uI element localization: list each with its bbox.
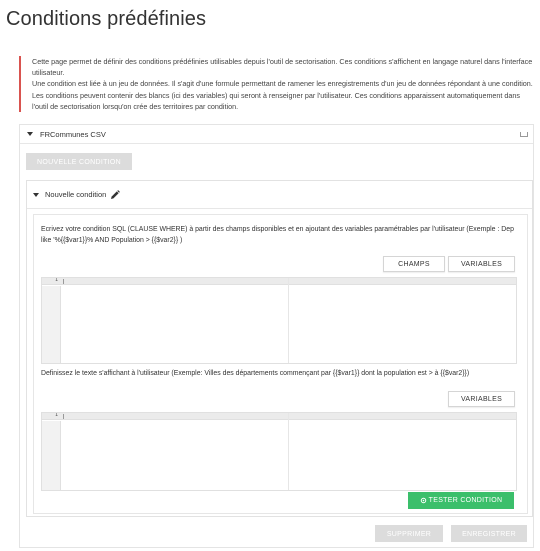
sql-editor-gutter [42, 286, 61, 363]
sql-editor-cursor [63, 279, 64, 284]
test-condition-label: TESTER CONDITION [428, 497, 503, 504]
variables-button-2[interactable]: VARIABLES [448, 391, 515, 407]
text-editor-first-line[interactable]: 1 [42, 413, 516, 420]
info-paragraph-2: Une condition est liée à un jeu de donné… [32, 79, 533, 111]
dataset-name: FRCommunes CSV [40, 129, 106, 139]
info-box: Cette page permet de définir des conditi… [19, 56, 534, 113]
save-button[interactable]: ENREGISTRER [451, 525, 527, 542]
fields-button[interactable]: CHAMPS [383, 256, 445, 272]
sql-editor[interactable]: 1 [41, 277, 517, 364]
condition-body: Ecrivez votre condition SQL (CLAUSE WHER… [33, 214, 528, 514]
info-paragraph-1: Cette page permet de définir des conditi… [32, 57, 533, 78]
delete-button[interactable]: SUPPRIMER [375, 525, 443, 542]
text-editor-divider [288, 413, 289, 490]
condition-title: Nouvelle condition [45, 190, 107, 199]
text-editor-line-number: 1 [54, 412, 58, 418]
test-condition-button[interactable]: TESTER CONDITION [408, 492, 514, 509]
minimize-icon[interactable] [520, 132, 528, 137]
text-editor-cursor [63, 414, 64, 419]
condition-header[interactable]: Nouvelle condition [27, 181, 532, 209]
dataset-panel: FRCommunes CSV NOUVELLE CONDITION Nouvel… [19, 124, 534, 548]
sql-help-text: Ecrivez votre condition SQL (CLAUSE WHER… [41, 226, 514, 244]
sql-editor-divider [288, 278, 289, 363]
gear-icon [420, 497, 426, 504]
text-editor-gutter [42, 421, 61, 490]
variables-button[interactable]: VARIABLES [448, 256, 515, 272]
caret-down-icon[interactable] [33, 192, 39, 197]
sql-editor-line-number: 1 [54, 277, 58, 283]
condition-panel: Nouvelle condition Ecrivez votre conditi… [26, 180, 533, 517]
pencil-icon[interactable] [110, 189, 121, 200]
dataset-header[interactable]: FRCommunes CSV [20, 125, 533, 144]
text-help-text: Definissez le texte s'affichant à l'util… [41, 370, 470, 377]
text-editor[interactable]: 1 [41, 412, 517, 491]
caret-down-icon[interactable] [27, 132, 33, 136]
page-title: Conditions prédéfinies [6, 8, 207, 30]
new-condition-button[interactable]: NOUVELLE CONDITION [26, 153, 132, 170]
sql-editor-first-line[interactable]: 1 [42, 278, 516, 285]
